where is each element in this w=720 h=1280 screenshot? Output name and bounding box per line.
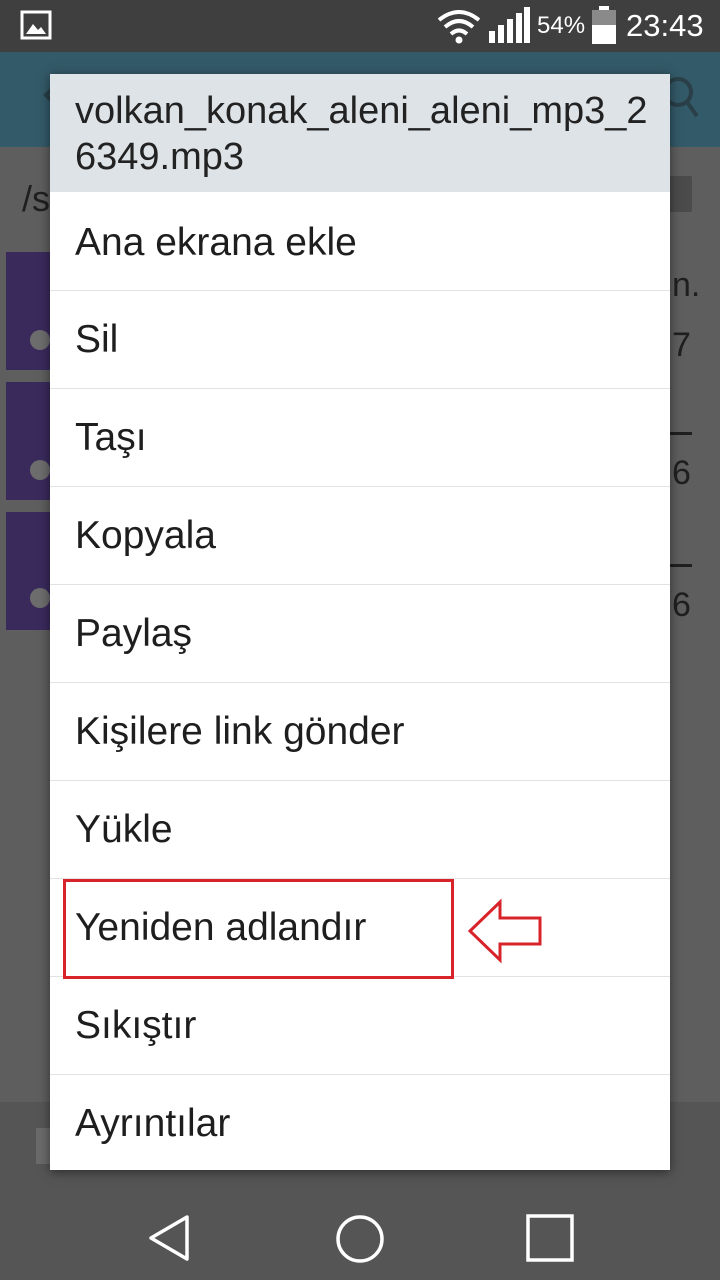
file-row-dash	[670, 564, 692, 567]
file-thumbnail[interactable]	[6, 252, 50, 370]
recents-icon[interactable]	[525, 1213, 575, 1263]
folder-path: /s	[22, 178, 51, 219]
file-row-text: n.	[672, 266, 701, 304]
menu-item-label: Ayrıntılar	[75, 1102, 231, 1145]
menu-item-compress[interactable]: Sıkıştır	[50, 976, 670, 1074]
menu-item-label: Ana ekrana ekle	[75, 221, 357, 264]
music-note-icon	[30, 588, 50, 608]
menu-item-label: Sıkıştır	[75, 1004, 197, 1047]
annotation-highlight-box	[63, 879, 454, 979]
music-note-icon	[30, 330, 50, 350]
menu-item-share[interactable]: Paylaş	[50, 584, 670, 682]
music-note-icon	[30, 460, 50, 480]
menu-item-copy[interactable]: Kopyala	[50, 486, 670, 584]
menu-item-upload[interactable]: Yükle	[50, 780, 670, 878]
file-row-text: 7	[672, 326, 691, 364]
dialog-title: volkan_konak_aleni_aleni_mp3_26349.mp3	[75, 90, 648, 178]
signal-icon	[489, 7, 530, 43]
menu-item-add-to-home[interactable]: Ana ekrana ekle	[50, 194, 670, 292]
battery-icon	[592, 6, 616, 44]
file-row-dash	[670, 432, 692, 435]
menu-item-send-link[interactable]: Kişilere link gönder	[50, 682, 670, 780]
file-row-text: 6	[672, 454, 691, 492]
file-thumbnail[interactable]	[6, 512, 50, 630]
status-bar: 54% 23:43	[0, 0, 720, 52]
menu-item-details[interactable]: Ayrıntılar	[50, 1074, 670, 1172]
wifi-icon	[437, 10, 481, 44]
file-thumbnail[interactable]	[6, 382, 50, 500]
menu-item-label: Paylaş	[75, 612, 193, 655]
back-icon[interactable]	[147, 1213, 193, 1263]
menu-item-label: Yükle	[75, 808, 173, 851]
menu-item-label: Kişilere link gönder	[75, 710, 405, 753]
file-row-text: 6	[672, 586, 691, 624]
battery-percent: 54%	[537, 12, 586, 39]
context-menu-dialog: volkan_konak_aleni_aleni_mp3_26349.mp3 A…	[50, 74, 670, 1170]
dialog-title-bar: volkan_konak_aleni_aleni_mp3_26349.mp3	[50, 74, 670, 192]
home-icon[interactable]	[334, 1213, 386, 1265]
annotation-arrow-icon	[467, 898, 542, 964]
menu-item-label: Sil	[75, 318, 119, 361]
menu-item-move[interactable]: Taşı	[50, 388, 670, 486]
clock: 23:43	[626, 8, 704, 43]
menu-item-label: Taşı	[75, 416, 147, 459]
menu-item-label: Kopyala	[75, 514, 216, 557]
gallery-icon	[20, 10, 52, 40]
menu-item-delete[interactable]: Sil	[50, 290, 670, 388]
